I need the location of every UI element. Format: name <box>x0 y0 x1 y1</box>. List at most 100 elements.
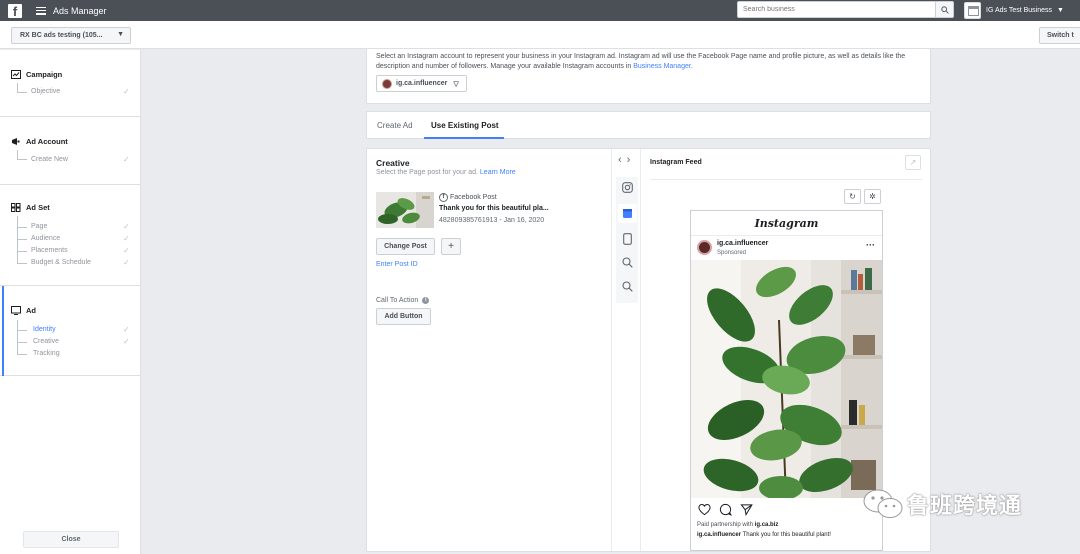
info-icon[interactable]: i <box>422 297 430 304</box>
share-icon[interactable] <box>740 503 753 516</box>
sponsored-label: Sponsored <box>717 250 747 256</box>
megaphone-icon <box>12 138 20 145</box>
instagram-post-preview: Instagram ig.ca.influencer Sponsored ··· <box>690 210 883 551</box>
bug-icon[interactable]: ✲ <box>864 189 881 204</box>
stories-placement-icon[interactable] <box>621 232 634 245</box>
close-button[interactable]: Close <box>23 531 119 548</box>
business-switcher[interactable]: IG Ads Test Business ▼ <box>964 1 1064 20</box>
ad-monitor-icon <box>11 306 21 315</box>
sidebar-section-title: Ad <box>26 306 36 315</box>
add-post-button[interactable]: + <box>441 238 461 255</box>
sidebar-section-title: Campaign <box>26 70 63 79</box>
search-input[interactable] <box>738 2 935 17</box>
check-icon: ✓ <box>123 222 130 231</box>
tab-create-ad[interactable]: Create Ad <box>377 121 413 130</box>
sidebar-item-create-new[interactable]: Create New <box>31 156 68 163</box>
app-title: Ads Manager <box>53 5 107 16</box>
sidebar-section-ad-set: Ad Set Page Audience Placements Budget &… <box>0 185 140 286</box>
sidebar-item-ad[interactable]: Ad <box>11 306 36 315</box>
tree-line <box>17 354 27 355</box>
check-icon: ✓ <box>123 234 130 243</box>
avatar <box>697 240 712 255</box>
sidebar-item-audience[interactable]: Audience <box>31 235 60 242</box>
wechat-icon <box>863 489 903 518</box>
business-manager-link[interactable]: Business Manager <box>633 63 691 70</box>
refresh-icon[interactable]: ↻ <box>844 189 861 204</box>
switch-button[interactable]: Switch t <box>1039 27 1080 44</box>
post-username: ig.ca.influencer <box>717 240 769 247</box>
caption-username: ig.ca.influencer <box>697 532 742 538</box>
chevron-left-icon[interactable]: ‹ <box>618 154 627 166</box>
change-post-button[interactable]: Change Post <box>376 238 435 255</box>
watermark: 鲁班跨境通 <box>862 488 1022 520</box>
watermark-text: 鲁班跨境通 <box>907 494 1023 519</box>
sidebar-item-objective[interactable]: Objective <box>31 88 60 95</box>
account-avatar <box>382 78 392 89</box>
creative-subtitle-text: Select the Page post for your ad. <box>376 169 478 176</box>
search-icon[interactable] <box>621 280 634 293</box>
post-type: f Facebook Post <box>439 193 497 202</box>
active-tab-indicator <box>424 137 504 139</box>
tree-line <box>17 320 18 354</box>
post-image <box>691 260 882 498</box>
explore-search-icon[interactable] <box>621 256 634 269</box>
enter-post-id-link[interactable]: Enter Post ID <box>376 261 418 268</box>
more-options-icon: ··· <box>866 240 875 250</box>
call-to-action-label: Call To Action i <box>376 297 430 304</box>
check-icon: ✓ <box>123 337 130 346</box>
search-button[interactable] <box>935 2 953 17</box>
facebook-logo-icon[interactable]: f <box>8 3 22 18</box>
placement-toolbar: ‹› <box>611 149 641 551</box>
top-navigation-bar: f Ads Manager IG Ads Test Business ▼ <box>0 0 1080 21</box>
campaign-dropdown-label: RX BC ads testing (105... <box>20 32 103 39</box>
editor-sidebar: Campaign Objective ✓ Ad Account Create N… <box>0 50 141 554</box>
learn-more-link[interactable]: Learn More <box>480 169 516 176</box>
description-period: . <box>690 63 693 70</box>
tree-line <box>17 239 27 240</box>
check-icon: ✓ <box>123 155 130 164</box>
tab-use-existing-post[interactable]: Use Existing Post <box>431 121 499 130</box>
preview-nav-arrows: ‹› <box>618 154 635 166</box>
menu-icon[interactable] <box>36 6 46 15</box>
open-preview-icon[interactable]: ↗ <box>905 155 921 170</box>
post-text: Thank you for this beautiful pla... <box>439 205 549 212</box>
tree-line <box>17 330 27 331</box>
sidebar-item-ad-set[interactable]: Ad Set <box>11 203 50 212</box>
sidebar-item-ad-account[interactable]: Ad Account <box>11 137 68 146</box>
add-button-button[interactable]: Add Button <box>376 308 431 325</box>
heart-icon[interactable] <box>698 503 711 516</box>
instagram-account-name: ig.ca.influencer <box>396 80 448 87</box>
plant-thumbnail-image <box>376 192 434 228</box>
sidebar-item-campaign[interactable]: Campaign <box>11 70 62 79</box>
check-icon: ✓ <box>123 87 130 96</box>
tree-line <box>17 342 27 343</box>
sidebar-section-campaign: Campaign Objective ✓ <box>0 50 140 117</box>
sidebar-item-page[interactable]: Page <box>31 223 47 230</box>
campaign-dropdown[interactable]: RX BC ads testing (105... ▼ <box>11 27 131 44</box>
creative-card: Creative Select the Page post for your a… <box>366 148 931 552</box>
sidebar-item-budget-schedule[interactable]: Budget & Schedule <box>31 259 91 266</box>
partnership-prefix: Paid partnership with <box>697 522 754 528</box>
tree-line <box>17 227 27 228</box>
instagram-wordmark: Instagram <box>754 217 819 230</box>
preview-title: Instagram Feed <box>650 159 702 166</box>
sidebar-item-tracking[interactable]: Tracking <box>33 350 60 357</box>
feed-placement-icon[interactable] <box>618 204 637 223</box>
facebook-icon: f <box>439 193 448 202</box>
comment-icon[interactable] <box>719 503 732 516</box>
tree-line <box>17 251 27 252</box>
chevron-right-icon[interactable]: › <box>627 154 636 166</box>
sidebar-item-placements[interactable]: Placements <box>31 247 68 254</box>
tree-line <box>17 159 27 160</box>
campaign-toolbar: RX BC ads testing (105... ▼ Switch t <box>0 21 1080 49</box>
instagram-account-dropdown[interactable]: ig.ca.influencer ▽ <box>376 75 467 92</box>
creative-subtitle: Select the Page post for your ad. Learn … <box>376 169 516 176</box>
tree-line <box>17 263 27 264</box>
instagram-icon[interactable] <box>621 181 634 194</box>
sidebar-item-creative[interactable]: Creative <box>33 338 59 345</box>
sidebar-item-identity[interactable]: Identity <box>33 326 56 333</box>
caret-down-icon: ▽ <box>453 80 459 88</box>
check-icon: ✓ <box>123 325 130 334</box>
business-name: IG Ads Test Business <box>986 7 1053 14</box>
sidebar-section-title: Ad Set <box>26 203 50 212</box>
